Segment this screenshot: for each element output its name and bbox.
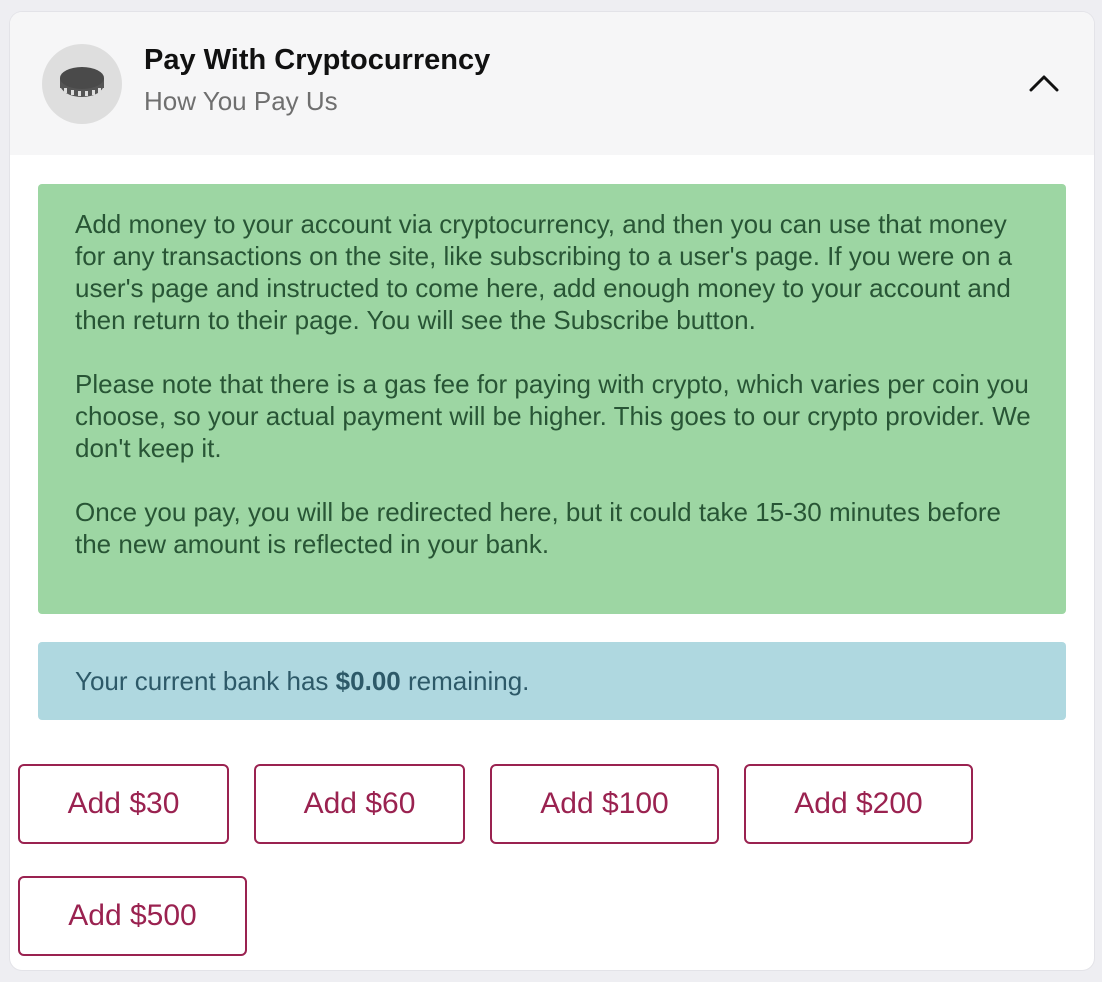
add-500-button[interactable]: Add $500 [18,876,247,956]
crypto-payment-card: Pay With Cryptocurrency How You Pay Us A… [10,12,1094,970]
coin-icon [60,67,104,97]
bank-balance-alert: Your current bank has $0.00 remaining. [38,642,1066,720]
info-paragraph: Add money to your account via cryptocurr… [75,209,1013,335]
add-200-button[interactable]: Add $200 [744,764,973,844]
collapse-toggle-button[interactable] [1024,68,1064,100]
bank-balance-amount: $0.00 [335,666,401,696]
chevron-up-icon [1029,75,1059,92]
page-title: Pay With Cryptocurrency [144,44,491,76]
add-100-button[interactable]: Add $100 [490,764,719,844]
bank-balance-prefix: Your current bank has [75,666,329,696]
info-paragraph: Please note that there is a gas fee for … [75,369,1031,463]
page-subtitle: How You Pay Us [144,86,338,116]
coin-avatar [42,44,122,124]
info-alert: Add money to your account via cryptocurr… [38,184,1066,614]
card-header[interactable]: Pay With Cryptocurrency How You Pay Us [10,12,1094,155]
add-60-button[interactable]: Add $60 [254,764,465,844]
add-30-button[interactable]: Add $30 [18,764,229,844]
bank-balance-suffix: remaining. [407,666,530,696]
info-paragraph: Once you pay, you will be redirected her… [75,497,1001,559]
